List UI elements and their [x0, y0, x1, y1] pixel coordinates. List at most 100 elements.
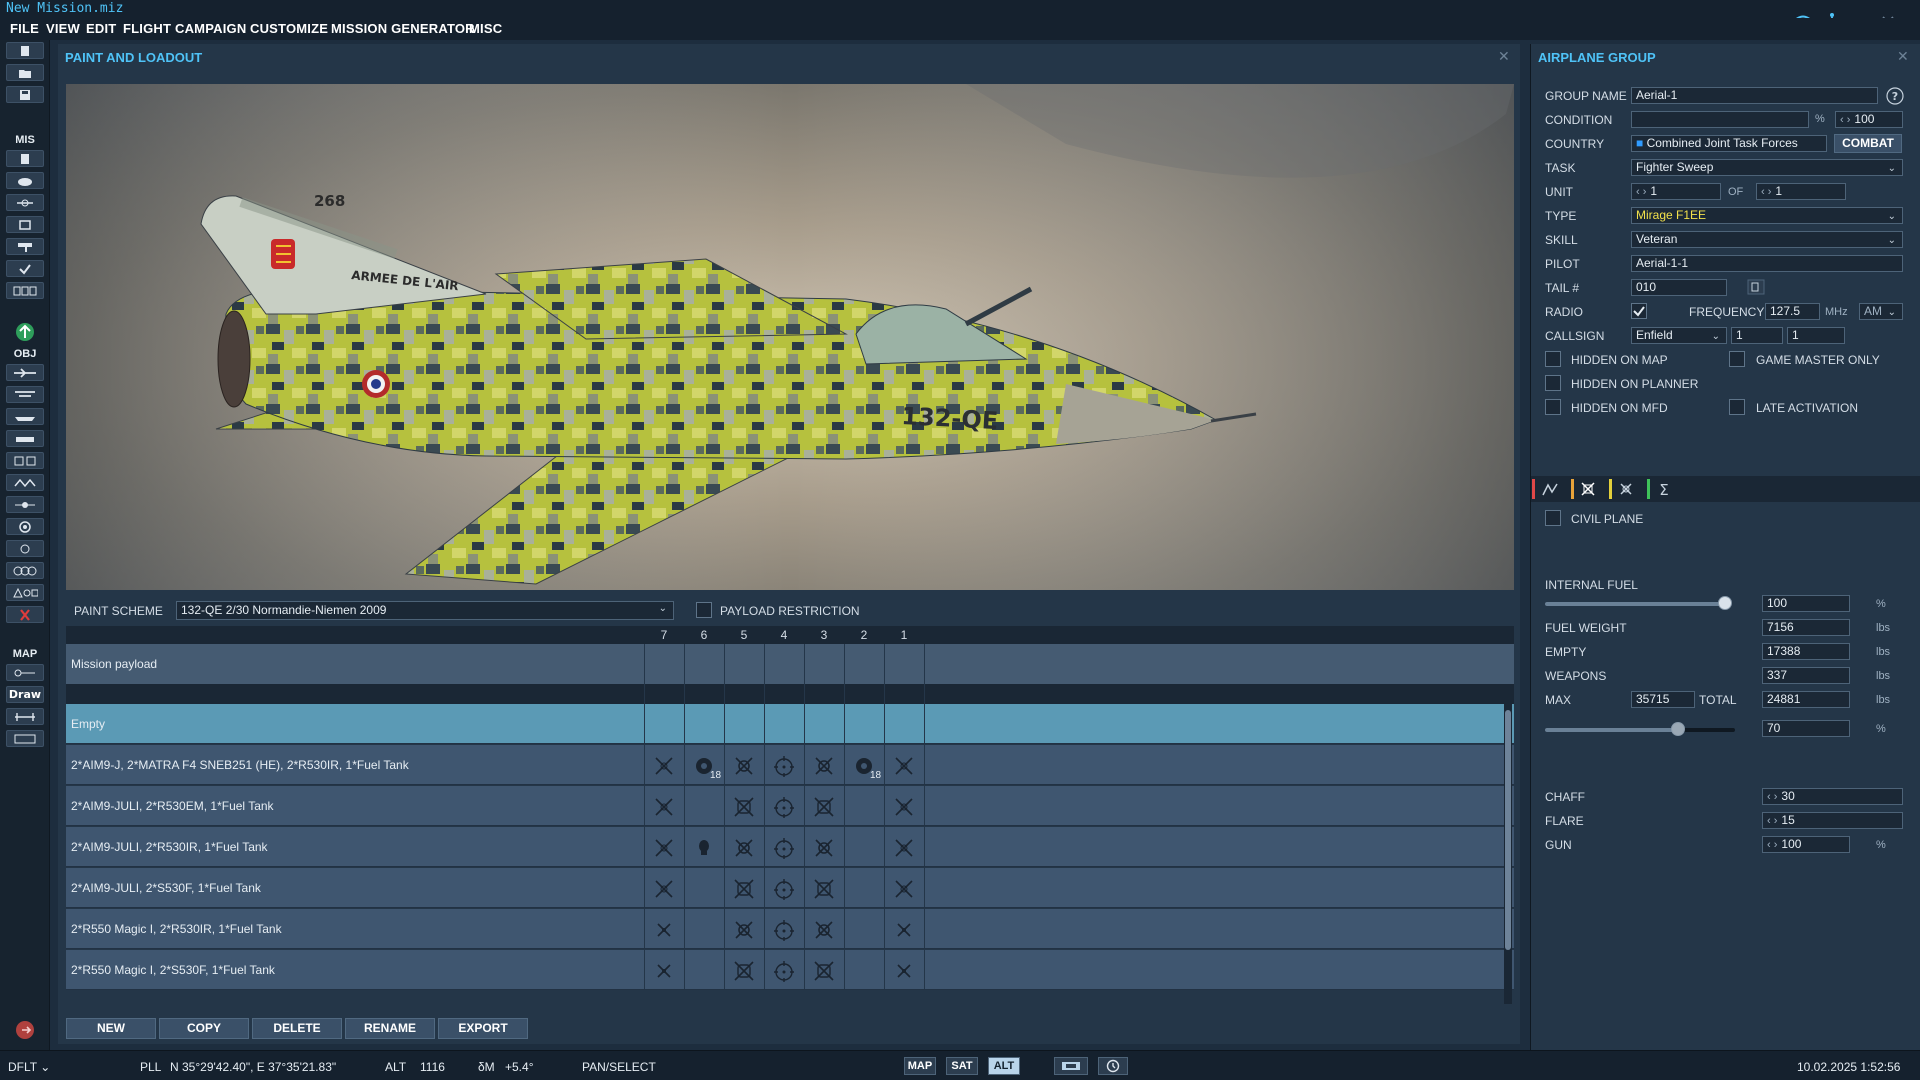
- r530-missile-icon[interactable]: [813, 755, 835, 777]
- combat-button[interactable]: COMBAT: [1834, 134, 1902, 153]
- export-payload-button[interactable]: EXPORT: [438, 1018, 528, 1039]
- fuel-tank-icon[interactable]: [773, 837, 795, 859]
- hidden-on-map-checkbox[interactable]: [1545, 351, 1561, 367]
- country-select[interactable]: ■ Combined Joint Task Forces: [1631, 135, 1827, 152]
- tab-summary-icon[interactable]: Σ: [1655, 480, 1673, 498]
- fuel-tank-icon[interactable]: [773, 878, 795, 900]
- callsign-number-1-input[interactable]: 1: [1731, 327, 1783, 344]
- aim9-missile-icon[interactable]: [653, 796, 675, 818]
- menu-edit[interactable]: EDIT: [86, 21, 116, 36]
- r530-missile-icon[interactable]: [733, 837, 755, 859]
- frequency-input[interactable]: 127.5: [1765, 303, 1820, 320]
- menu-flight[interactable]: FLIGHT: [123, 21, 171, 36]
- bomb-icon[interactable]: [693, 837, 715, 859]
- radio-checkbox[interactable]: [1631, 303, 1647, 319]
- payload-row[interactable]: 2*AIM9-J, 2*MATRA F4 SNEB251 (HE), 2*R53…: [66, 745, 1514, 785]
- tail-number-input[interactable]: 010: [1631, 279, 1727, 296]
- layers-button[interactable]: [1054, 1057, 1088, 1075]
- aim9-missile-icon[interactable]: [653, 878, 675, 900]
- menu-mission-generator[interactable]: MISSION GENERATOR: [331, 21, 475, 36]
- add-ship-button[interactable]: [6, 408, 44, 425]
- units-list-button[interactable]: [6, 282, 44, 299]
- menu-view[interactable]: VIEW: [46, 21, 80, 36]
- new-file-button[interactable]: [6, 42, 44, 59]
- aim9-missile-icon[interactable]: [893, 837, 915, 859]
- delete-payload-button[interactable]: DELETE: [252, 1018, 342, 1039]
- payload-row[interactable]: Empty: [66, 704, 1514, 744]
- game-master-checkbox[interactable]: [1729, 351, 1745, 367]
- flag-button[interactable]: [6, 238, 44, 255]
- fuel-tank-icon[interactable]: [773, 960, 795, 982]
- r530em-missile-icon[interactable]: [733, 960, 755, 982]
- pilot-input[interactable]: Aerial-1-1: [1631, 255, 1903, 272]
- add-vehicle-button[interactable]: [6, 430, 44, 447]
- condition-input[interactable]: [1631, 111, 1809, 128]
- internal-fuel-slider[interactable]: [1545, 602, 1725, 606]
- magic-missile-icon[interactable]: [653, 919, 675, 941]
- payload-row[interactable]: 2*R550 Magic I, 2*S530F, 1*Fuel Tank: [66, 950, 1514, 990]
- r530em-missile-icon[interactable]: [813, 796, 835, 818]
- payload-row[interactable]: 2*AIM9-JULI, 2*R530EM, 1*Fuel Tank: [66, 786, 1514, 826]
- aim9-missile-icon[interactable]: [893, 878, 915, 900]
- internal-fuel-input[interactable]: 100: [1762, 595, 1850, 612]
- satellite-mode-button[interactable]: SAT: [946, 1057, 978, 1075]
- help-icon[interactable]: ?: [1886, 87, 1904, 105]
- ruler-button[interactable]: [6, 708, 44, 725]
- briefing-button[interactable]: [6, 150, 44, 167]
- save-file-button[interactable]: [6, 86, 44, 103]
- r530-missile-icon[interactable]: [733, 919, 755, 941]
- civil-plane-checkbox[interactable]: [1545, 510, 1561, 526]
- condition-stepper[interactable]: ‹ › 100: [1835, 111, 1903, 128]
- check-button[interactable]: [6, 260, 44, 277]
- task-select[interactable]: Fighter Sweep ⌄: [1631, 159, 1903, 176]
- type-select[interactable]: Mirage F1EE ⌄: [1631, 207, 1903, 224]
- callsign-select[interactable]: Enfield ⌄: [1631, 327, 1727, 344]
- add-template-button[interactable]: [6, 474, 44, 491]
- exit-icon[interactable]: [15, 1020, 35, 1040]
- r530-missile-icon[interactable]: [813, 919, 835, 941]
- add-helicopter-button[interactable]: [6, 386, 44, 403]
- internal-fuel-slider-handle[interactable]: [1718, 596, 1732, 610]
- aim9-missile-icon[interactable]: [653, 837, 675, 859]
- fuel-tank-icon[interactable]: [773, 755, 795, 777]
- delete-button[interactable]: [6, 606, 44, 623]
- r530em-missile-icon[interactable]: [813, 960, 835, 982]
- of-stepper[interactable]: ‹ › 1: [1756, 183, 1846, 200]
- gun-stepper[interactable]: ‹ › 100: [1762, 836, 1850, 853]
- scrollbar-thumb[interactable]: [1505, 710, 1511, 950]
- copy-payload-button[interactable]: COPY: [159, 1018, 249, 1039]
- mission-payload-row[interactable]: Mission payload: [66, 644, 1514, 684]
- menu-campaign[interactable]: CAMPAIGN: [175, 21, 246, 36]
- draw-button[interactable]: Draw: [6, 686, 44, 703]
- close-icon[interactable]: ✕: [1897, 49, 1909, 65]
- tab-route-icon[interactable]: [1541, 480, 1559, 498]
- aim9-missile-icon[interactable]: [893, 796, 915, 818]
- add-airplane-button[interactable]: [6, 364, 44, 381]
- new-payload-button[interactable]: NEW: [66, 1018, 156, 1039]
- copy-icon[interactable]: [1746, 278, 1766, 296]
- coord-mode-label[interactable]: PLL: [140, 1060, 161, 1074]
- magic-missile-icon[interactable]: [653, 960, 675, 982]
- payload-restriction-checkbox[interactable]: [696, 602, 712, 618]
- group-name-input[interactable]: Aerial-1: [1631, 87, 1878, 104]
- paint-scheme-select[interactable]: 132-QE 2/30 Normandie-Niemen 2009 ⌄: [176, 601, 674, 620]
- payload-row[interactable]: 2*AIM9-JULI, 2*S530F, 1*Fuel Tank: [66, 868, 1514, 908]
- menu-misc[interactable]: MISC: [469, 21, 502, 36]
- skill-select[interactable]: Veteran ⌄: [1631, 231, 1903, 248]
- map-mode-button[interactable]: MAP: [904, 1057, 936, 1075]
- shapes-button[interactable]: [6, 584, 44, 601]
- modulation-select[interactable]: AM ⌄: [1859, 303, 1903, 320]
- tab-payload-icon[interactable]: [1579, 480, 1597, 498]
- r530-missile-icon[interactable]: [733, 755, 755, 777]
- menu-customize[interactable]: CUSTOMIZE: [250, 21, 328, 36]
- open-file-button[interactable]: [6, 64, 44, 81]
- add-waypoint-button[interactable]: [6, 496, 44, 513]
- add-nav-point-button[interactable]: [6, 540, 44, 557]
- r530-missile-icon[interactable]: [813, 837, 835, 859]
- rename-payload-button[interactable]: RENAME: [345, 1018, 435, 1039]
- r530em-missile-icon[interactable]: [733, 796, 755, 818]
- map-view-button[interactable]: [6, 730, 44, 747]
- payload-scrollbar[interactable]: [1504, 704, 1512, 1004]
- chaff-stepper[interactable]: ‹ › 30: [1762, 788, 1903, 805]
- r530em-missile-icon[interactable]: [733, 878, 755, 900]
